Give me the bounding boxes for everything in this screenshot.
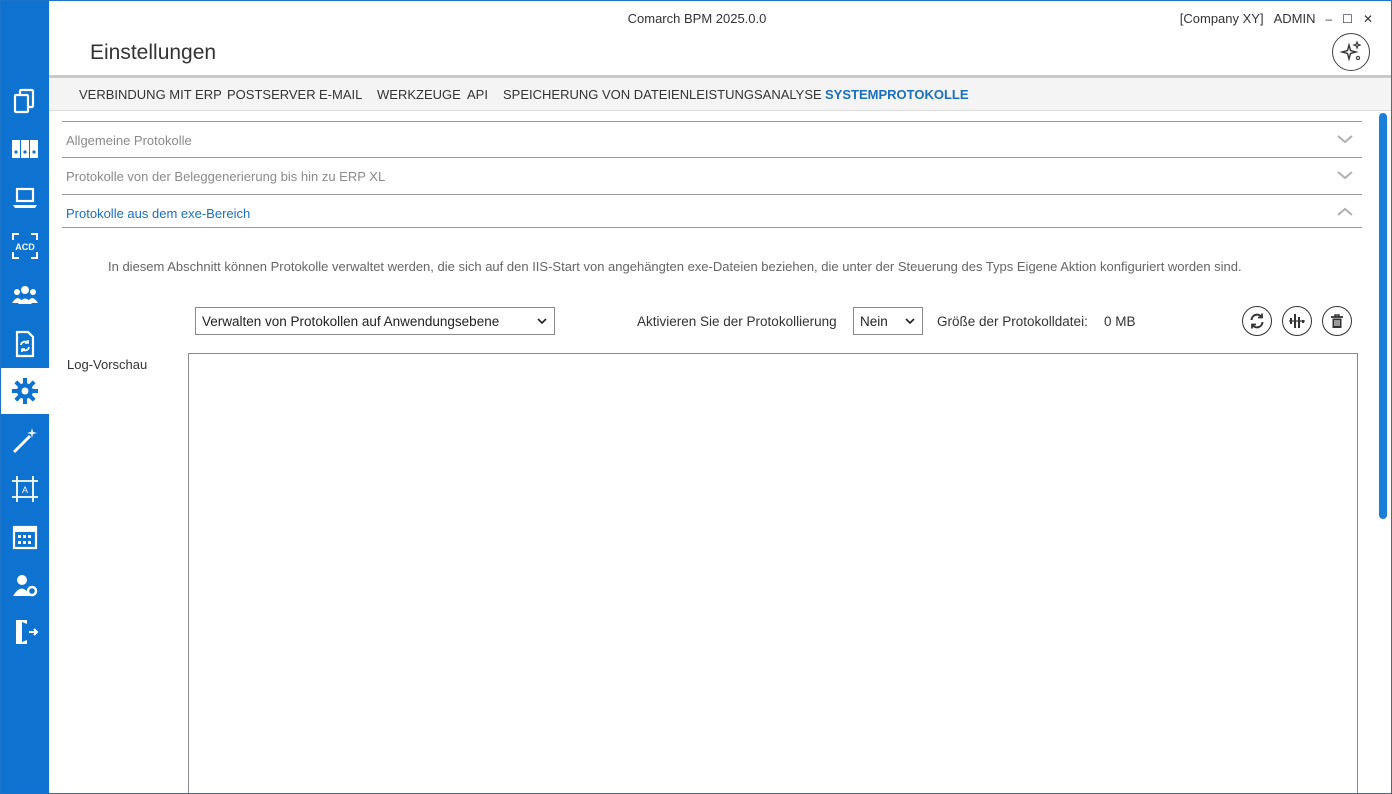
gear-icon [12, 378, 38, 404]
chevron-down-icon [905, 318, 915, 325]
window-controls: [Company XY] ADMIN – ☐ ✕ [1180, 11, 1373, 26]
tab-file-storage[interactable]: SPEICHERUNG VON DATEIEN [503, 87, 689, 102]
analyze-log-button[interactable] [1282, 306, 1312, 336]
users-icon [12, 286, 38, 304]
minimize-button[interactable]: – [1325, 12, 1332, 26]
tab-tools[interactable]: WERKZEUGE [377, 87, 461, 102]
sidebar-item-document-sync[interactable] [1, 321, 49, 367]
magic-wand-icon [12, 428, 37, 454]
sidebar-item-calendar[interactable] [1, 514, 49, 560]
sidebar-item-designer[interactable]: A [1, 466, 49, 512]
vertical-scrollbar[interactable] [1379, 113, 1387, 519]
section-description: In diesem Abschnitt können Protokolle ve… [108, 259, 1242, 274]
tab-performance-analysis[interactable]: LEISTUNGSANALYSE [689, 87, 822, 102]
accordion-general-logs[interactable]: Allgemeine Protokolle [62, 121, 1362, 158]
refresh-icon [1250, 313, 1264, 329]
tab-erp-connection[interactable]: VERBINDUNG MIT ERP [79, 87, 222, 102]
laptop-icon [13, 187, 37, 208]
binders-icon [12, 140, 38, 158]
tab-email[interactable]: E-MAIL [319, 87, 362, 102]
sidebar: ACD A [1, 1, 49, 793]
sidebar-item-magic[interactable] [1, 417, 49, 463]
sidebar-item-laptop[interactable] [1, 175, 49, 221]
accordion-exe-logs[interactable]: Protokolle aus dem exe-Bereich [62, 194, 1362, 231]
log-preview-label: Log-Vorschau [67, 357, 148, 372]
accordion-label: Protokolle aus dem exe-Bereich [66, 206, 251, 221]
design-frame-icon: A [12, 476, 38, 502]
chevron-down-icon [537, 318, 547, 325]
app-window: ACD A Comarch BPM 2025.0.0 [Company XY] [0, 0, 1392, 794]
exit-door-icon [16, 620, 39, 644]
tab-system-logs[interactable]: SYSTEMPROTOKOLLE [825, 87, 969, 102]
sparkles-icon [1339, 40, 1362, 62]
chevron-down-icon [1337, 171, 1353, 180]
chevron-up-icon [1337, 207, 1353, 216]
enable-logging-value: Nein [860, 313, 888, 329]
sidebar-item-users[interactable] [1, 272, 49, 318]
enable-logging-label: Aktivieren Sie der Protokollierung [637, 314, 837, 329]
tab-api[interactable]: API [467, 87, 488, 102]
calendar-icon [12, 525, 38, 550]
log-file-size-value: 0 MB [1104, 314, 1136, 329]
chevron-down-icon [1337, 135, 1353, 144]
sidebar-item-user-settings[interactable] [1, 562, 49, 608]
sidebar-item-exit[interactable] [1, 609, 49, 655]
trash-icon [1331, 314, 1343, 328]
enable-logging-select[interactable]: Nein [853, 307, 923, 335]
accordion-document-generation-logs[interactable]: Protokolle von der Beleggenerierung bis … [62, 157, 1362, 194]
document-sync-icon [15, 330, 35, 358]
log-level-select-value: Verwalten von Protokollen auf Anwendungs… [202, 313, 500, 329]
page-title: Einstellungen [90, 41, 217, 64]
user-settings-icon [13, 575, 38, 597]
accordion-divider [62, 227, 1362, 228]
settings-tabbar: VERBINDUNG MIT ERP POSTSERVER E-MAIL WER… [49, 75, 1391, 111]
documents-icon [13, 88, 35, 114]
accordion-label: Protokolle von der Beleggenerierung bis … [66, 169, 386, 184]
log-file-size-label: Größe der Protokolldatei: [937, 314, 1088, 329]
acd-icon: ACD [12, 233, 38, 259]
activity-bars-icon [1289, 314, 1305, 328]
log-level-select[interactable]: Verwalten von Protokollen auf Anwendungs… [195, 307, 555, 335]
delete-log-button[interactable] [1322, 306, 1352, 336]
maximize-button[interactable]: ☐ [1342, 12, 1353, 26]
svg-text:ACD: ACD [15, 242, 35, 252]
sidebar-item-documents[interactable] [1, 78, 49, 124]
sidebar-item-acd[interactable]: ACD [1, 223, 49, 269]
svg-text:A: A [22, 485, 28, 495]
accordion-label: Allgemeine Protokolle [66, 133, 192, 148]
user-name: ADMIN [1273, 11, 1316, 26]
close-button[interactable]: ✕ [1363, 12, 1373, 26]
log-preview-area[interactable] [188, 353, 1358, 793]
refresh-log-button[interactable] [1242, 306, 1272, 336]
sidebar-item-settings[interactable] [1, 368, 49, 414]
sidebar-item-binders[interactable] [1, 126, 49, 172]
company-name: [Company XY] [1179, 11, 1264, 26]
ai-assistant-button[interactable] [1332, 33, 1370, 71]
tab-mail-server[interactable]: POSTSERVER [227, 87, 316, 102]
